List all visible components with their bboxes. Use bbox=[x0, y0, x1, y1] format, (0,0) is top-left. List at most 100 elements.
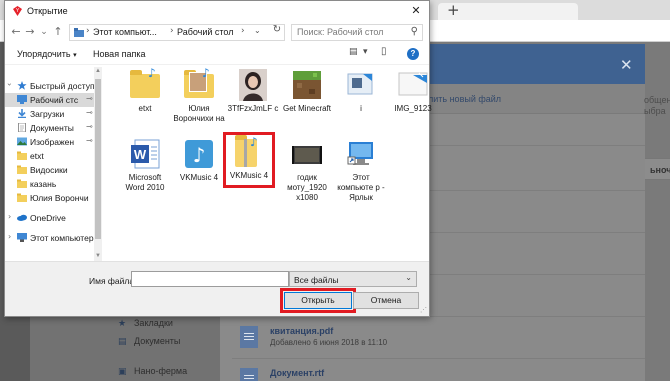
file-item[interactable]: ♪ Юлия Ворончихи на bbox=[173, 66, 225, 141]
chevron-right-icon: › bbox=[8, 212, 12, 221]
pin-icon: ⊸ bbox=[86, 108, 93, 117]
apps-icon: ▣ bbox=[118, 367, 127, 377]
folder-icon bbox=[17, 165, 27, 174]
breadcrumb-this-pc[interactable]: Этот компьют... bbox=[93, 27, 157, 37]
new-tab-button[interactable]: + bbox=[447, 1, 460, 19]
dialog-footer: Имя файла: Все файлы ⌄ Открыть Отмена ⋰ bbox=[5, 261, 429, 316]
open-button[interactable]: Открыть bbox=[280, 288, 356, 313]
tree-item-videos-folder[interactable]: Видосики bbox=[5, 163, 95, 177]
forward-arrow-icon[interactable]: → bbox=[23, 24, 37, 40]
yandex-browser-icon: Y bbox=[13, 6, 22, 16]
help-icon[interactable]: ? bbox=[407, 48, 419, 60]
view-mode-icon[interactable]: ▤ bbox=[349, 47, 358, 57]
tree-item-onedrive[interactable]: › OneDrive bbox=[5, 211, 95, 225]
scroll-up-arrow[interactable]: ▲ bbox=[94, 67, 102, 76]
vkmusic-app-icon: ♪ bbox=[185, 140, 213, 168]
breadcrumb-desktop[interactable]: Рабочий стол bbox=[177, 27, 234, 37]
minecraft-icon bbox=[293, 71, 321, 99]
tree-item-downloads[interactable]: Загрузки ⊸ bbox=[5, 107, 95, 121]
document-icon bbox=[240, 326, 258, 348]
chevron-right-icon: › bbox=[8, 232, 12, 241]
file-item[interactable]: ♪ etxt bbox=[119, 66, 171, 141]
address-breadcrumb[interactable]: › Этот компьют... › Рабочий стол › ⌄ bbox=[69, 24, 285, 41]
resize-grip[interactable]: ⋰ bbox=[420, 306, 427, 314]
tree-item-yulia[interactable]: Юлия Ворончи bbox=[5, 191, 95, 205]
close-button[interactable]: ✕ bbox=[405, 3, 427, 19]
photo-thumbnail bbox=[239, 69, 267, 101]
file-item[interactable]: W Microsoft Word 2010 bbox=[119, 136, 171, 210]
recent-locations-dropdown[interactable]: ⌄ bbox=[37, 24, 51, 40]
breadcrumb-separator: › bbox=[241, 26, 245, 36]
svg-text:W: W bbox=[134, 147, 147, 162]
file-item[interactable]: i bbox=[335, 67, 387, 141]
pin-icon: ⊸ bbox=[86, 122, 93, 131]
file-item[interactable]: годик моту_1920 x1080 bbox=[281, 136, 333, 210]
vkmusic-folder-icon: ♪ bbox=[233, 135, 265, 170]
filename-label: Имя файла: bbox=[89, 276, 137, 286]
sidebar-item-documents[interactable]: ▤ Документы bbox=[118, 336, 180, 347]
chevron-down-icon: › bbox=[5, 82, 15, 87]
dialog-toolbar: Упорядочить ▾ Новая папка ▤ ▾ ▯ ? bbox=[5, 45, 429, 65]
pin-icon: ⊸ bbox=[86, 94, 93, 103]
navigation-scrollbar[interactable]: ▲ ▼ bbox=[94, 67, 102, 261]
back-arrow-icon[interactable]: ← bbox=[9, 24, 23, 40]
folder-icon: ♪ bbox=[129, 66, 161, 101]
file-item[interactable]: 3TfFzxJmLF с bbox=[227, 67, 279, 141]
photo-folder-icon: ♪ bbox=[183, 66, 215, 101]
onedrive-icon bbox=[17, 214, 27, 221]
folder-icon bbox=[17, 151, 27, 160]
file-item[interactable]: Этот компьюте р - Ярлык bbox=[335, 136, 387, 210]
refresh-icon[interactable]: ↻ bbox=[270, 24, 284, 35]
sidebar-item-bookmarks[interactable]: ★ Закладки bbox=[118, 318, 173, 329]
right-column-text: общениыбра bbox=[644, 95, 670, 116]
new-folder-button[interactable]: Новая папка bbox=[93, 49, 145, 59]
music-note-icon: ♪ bbox=[250, 135, 258, 149]
up-arrow-icon[interactable]: ↑ bbox=[51, 24, 65, 40]
music-note-icon: ♪ bbox=[202, 66, 210, 80]
navigation-pane: › Быстрый доступ Рабочий стс ⊸ Загрузки … bbox=[5, 67, 101, 261]
preview-pane-icon[interactable]: ▯ bbox=[381, 46, 387, 57]
tree-item-documents[interactable]: Документы ⊸ bbox=[5, 121, 95, 135]
video-thumbnail bbox=[292, 146, 322, 164]
cancel-button[interactable]: Отмена bbox=[353, 292, 419, 309]
close-icon[interactable]: ✕ bbox=[620, 56, 633, 74]
svg-text:♪: ♪ bbox=[193, 143, 206, 167]
filetype-select[interactable]: Все файлы ⌄ bbox=[289, 271, 417, 287]
chevron-down-icon[interactable]: ⌄ bbox=[254, 26, 261, 35]
breadcrumb-separator: › bbox=[86, 26, 90, 36]
star-icon bbox=[17, 81, 27, 90]
tree-item-etxt[interactable]: etxt bbox=[5, 149, 95, 163]
tree-item-kazan[interactable]: казань bbox=[5, 177, 95, 191]
tree-item-pictures[interactable]: Изображен ⊸ bbox=[5, 135, 95, 149]
tree-item-desktop[interactable]: Рабочий стс ⊸ bbox=[5, 93, 95, 107]
scrollbar-thumb[interactable] bbox=[95, 79, 101, 239]
file-item-selected[interactable]: ♪ VKMusic 4 bbox=[223, 132, 275, 188]
tree-item-this-pc[interactable]: › Этот компьютер bbox=[5, 231, 95, 245]
scroll-down-arrow[interactable]: ▼ bbox=[94, 252, 102, 261]
file-item[interactable]: ♪ VKMusic 4 bbox=[173, 136, 225, 210]
word-icon: W bbox=[131, 139, 160, 169]
search-placeholder: Поиск: Рабочий стол bbox=[297, 27, 384, 37]
chevron-down-icon: ▾ bbox=[73, 51, 77, 59]
filename-input[interactable] bbox=[131, 271, 289, 287]
file-item[interactable]: Get Minecraft bbox=[281, 67, 333, 141]
right-column-label: ьноч bbox=[650, 165, 670, 175]
download-icon bbox=[18, 109, 26, 118]
tree-item-quick-access[interactable]: › Быстрый доступ bbox=[5, 79, 95, 93]
sidebar-item-nano-farm[interactable]: ▣ Нано-ферма bbox=[118, 366, 187, 377]
pictures-icon bbox=[17, 137, 27, 146]
organize-menu[interactable]: Упорядочить ▾ bbox=[17, 49, 77, 59]
computer-shortcut-icon bbox=[347, 142, 373, 165]
folder-icon bbox=[17, 179, 27, 188]
computer-icon bbox=[17, 233, 27, 242]
star-icon: ★ bbox=[118, 319, 127, 329]
page-right-column bbox=[645, 84, 670, 381]
navigation-row: ← → ⌄ ↑ › Этот компьют... › Рабочий стол… bbox=[5, 21, 429, 43]
documents-icon bbox=[18, 123, 26, 132]
view-mode-dropdown[interactable]: ▾ bbox=[363, 47, 368, 57]
file-item[interactable]: IMG_9123 bbox=[387, 67, 439, 141]
dialog-title: Открытие bbox=[27, 6, 68, 16]
search-icon: ⚲ bbox=[410, 26, 418, 37]
search-input[interactable]: Поиск: Рабочий стол ⚲ bbox=[291, 24, 423, 41]
image-icon bbox=[398, 72, 428, 96]
